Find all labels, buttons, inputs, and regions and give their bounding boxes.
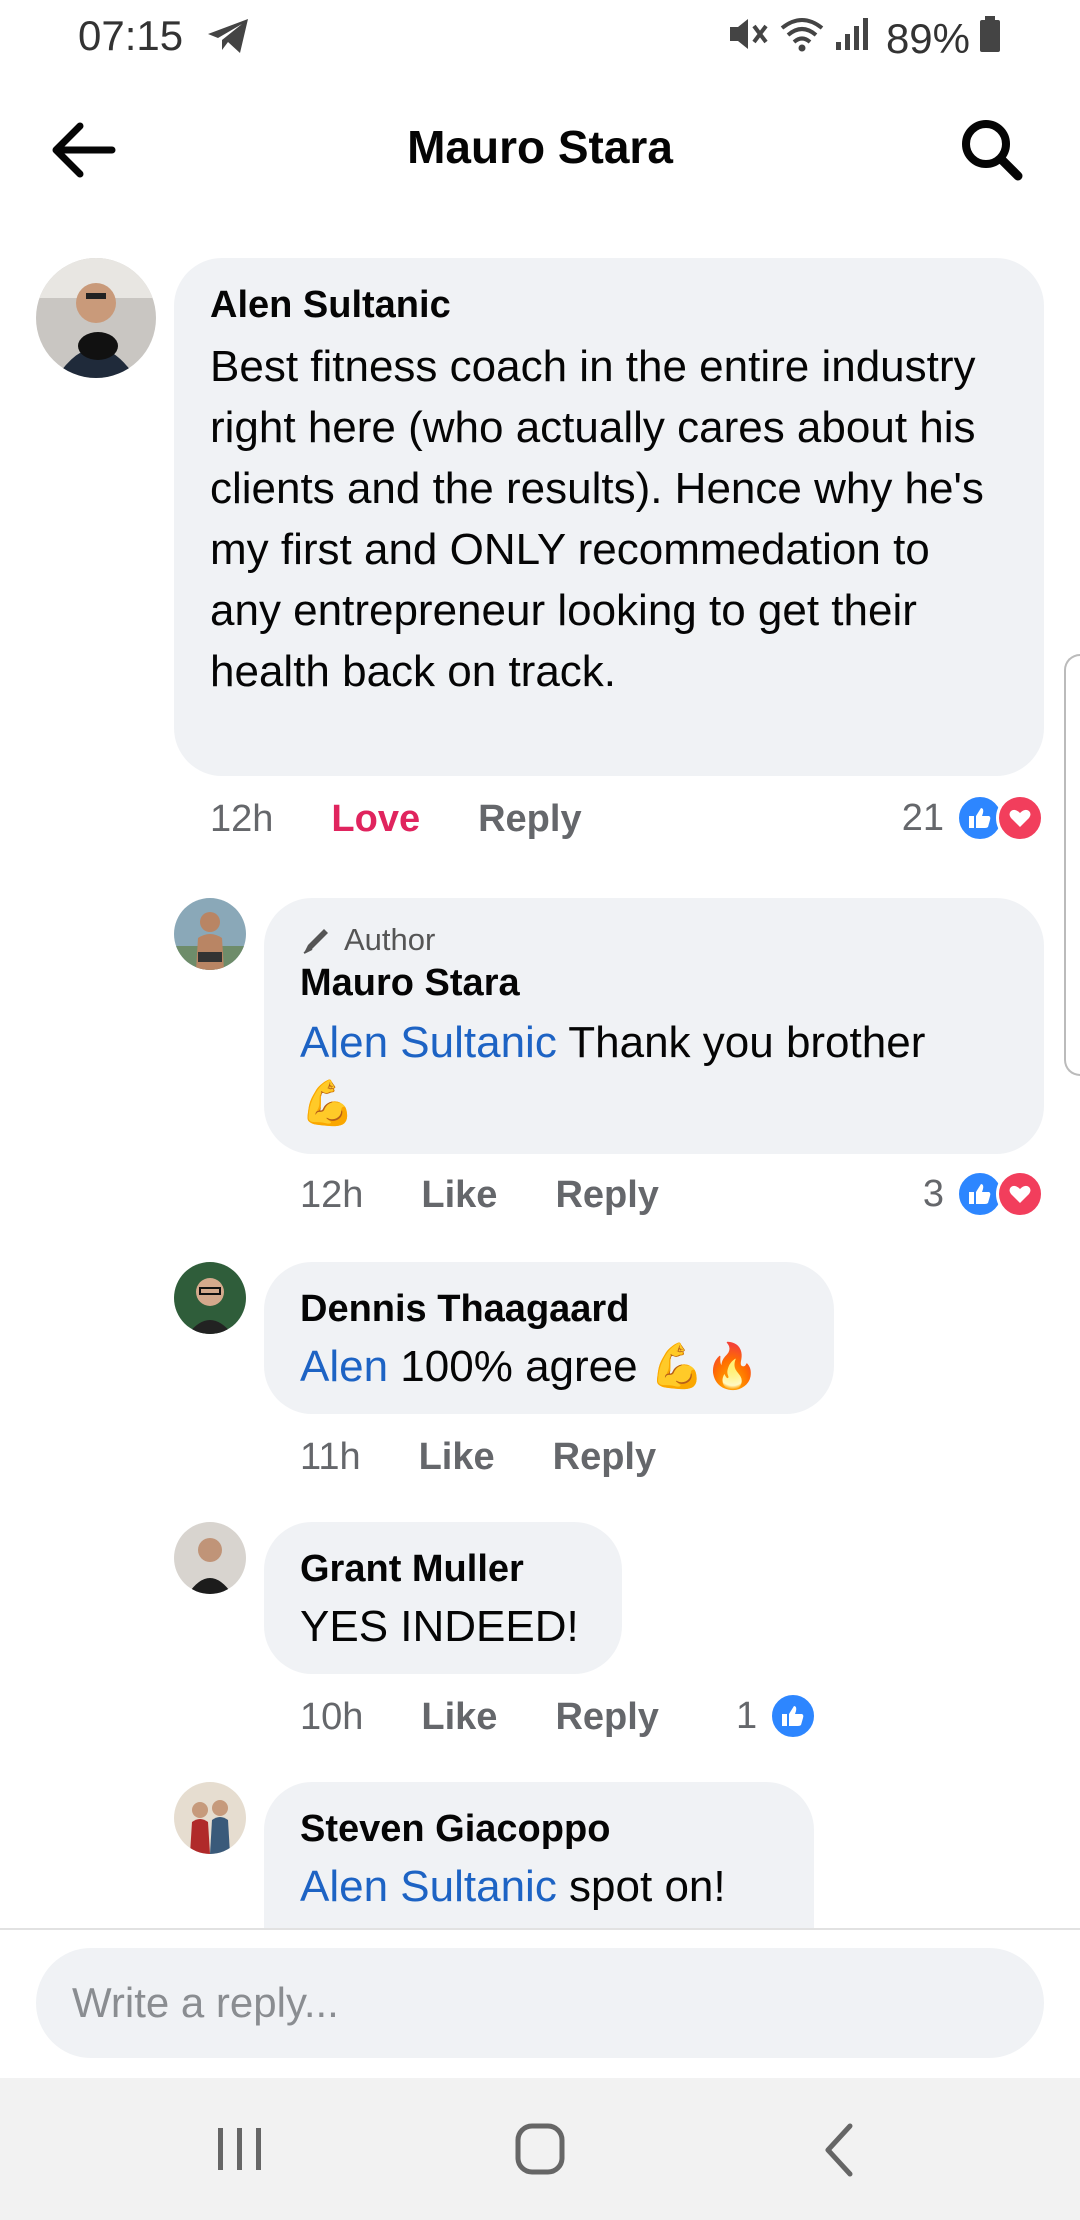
scrollbar[interactable] [1064,654,1080,1076]
reply-bubble[interactable]: Grant Muller YES INDEED! [264,1522,622,1674]
reply-author[interactable]: Grant Muller [300,1546,586,1592]
reply-author[interactable]: Steven Giacoppo [300,1806,778,1852]
reply-bubble[interactable]: Steven Giacoppo Alen Sultanic spot on! [264,1782,814,1928]
pencil-icon [303,929,328,954]
reaction-summary[interactable]: 1 [736,1692,818,1740]
reply-text-body: 100% agree [388,1342,650,1391]
recent-apps-button[interactable] [200,2114,280,2186]
reply-input[interactable] [36,1948,1044,2058]
reaction-summary[interactable]: 3 [923,1170,1044,1218]
reply-bubble[interactable]: Dennis Thaagaard Alen 100% agree 💪🔥 [264,1262,834,1414]
comment-author[interactable]: Alen Sultanic [210,282,1008,328]
avatar[interactable] [174,1522,246,1594]
search-button[interactable] [956,114,1028,186]
reply-time: 12h [300,1174,364,1216]
reply-actions: 12h Like Reply [300,1174,717,1217]
avatar[interactable] [174,1262,246,1334]
mute-icon [726,14,770,64]
like-button[interactable]: Like [421,1174,497,1217]
page-header: Mauro Stara [0,90,1080,210]
nav-back-icon [825,2123,853,2177]
signal-icon [834,14,872,64]
navigation-bar [0,2078,1080,2220]
reply-actions: 10h Like Reply [300,1696,717,1739]
avatar[interactable] [174,1782,246,1854]
mention-link[interactable]: Alen Sultanic [300,1862,557,1911]
battery-icon [978,14,1002,64]
author-badge: Author [300,920,1008,960]
avatar[interactable] [36,258,156,378]
battery-percent: 89% [885,15,970,62]
flexed-biceps-emoji: 💪 [300,1079,355,1128]
search-icon [962,120,1023,181]
love-button[interactable]: Love [331,798,420,841]
home-icon [515,2123,565,2175]
reply-actions: 11h Like Reply [300,1436,714,1479]
author-tag-label: Author [344,922,436,957]
page-title: Mauro Stara [407,121,673,173]
heart-icon [996,794,1044,842]
recent-apps-icon [218,2128,261,2170]
nav-back-button[interactable] [800,2114,880,2186]
status-bar: 07:15 89% [0,0,1080,76]
reaction-count: 1 [736,1694,758,1737]
reply-text: Alen Sultanic spot on! [300,1856,778,1917]
avatar[interactable] [174,898,246,970]
reply-text-body: Thank you brother [556,1018,926,1067]
home-button[interactable] [500,2114,580,2186]
reply-author[interactable]: Mauro Stara [300,960,1008,1006]
reply-bar [0,1928,1080,2080]
heart-icon [996,1170,1044,1218]
reply-button[interactable]: Reply [555,1696,658,1739]
biceps-fire-emoji: 💪🔥 [649,1342,760,1391]
reply-button[interactable]: Reply [478,798,581,841]
reaction-summary[interactable]: 21 [902,794,1044,842]
like-button[interactable]: Like [419,1436,495,1479]
telegram-icon [206,16,252,61]
reply-button[interactable]: Reply [553,1436,656,1479]
status-time: 07:15 [78,12,184,59]
status-icons: 89% [726,14,1002,64]
reply-text: Alen 100% agree 💪🔥 [300,1336,798,1397]
reply-author[interactable]: Dennis Thaagaard [300,1286,798,1332]
reply-bubble[interactable]: Author Mauro Stara Alen Sultanic Thank y… [264,898,1044,1154]
mention-link[interactable]: Alen Sultanic [300,1018,557,1067]
reply-text: YES INDEED! [300,1602,579,1651]
thumbs-up-icon [769,1692,818,1740]
reaction-count: 3 [922,1172,944,1215]
reply-text-body: spot on! [556,1862,726,1911]
reply-text: Alen Sultanic Thank you brother 💪 [300,1012,1008,1134]
comment-bubble[interactable]: Alen Sultanic Best fitness coach in the … [174,258,1044,776]
wifi-icon [778,14,826,64]
like-button[interactable]: Like [421,1696,497,1739]
comment-text: Best fitness coach in the entire industr… [210,342,984,696]
reply-time: 11h [300,1436,361,1478]
reply-time: 10h [300,1696,364,1738]
comment-time: 12h [210,798,274,840]
comment-actions: 12h Love Reply [210,798,640,841]
reply-button[interactable]: Reply [555,1174,658,1217]
mention-link[interactable]: Alen [300,1342,388,1391]
reaction-count: 21 [901,796,944,839]
